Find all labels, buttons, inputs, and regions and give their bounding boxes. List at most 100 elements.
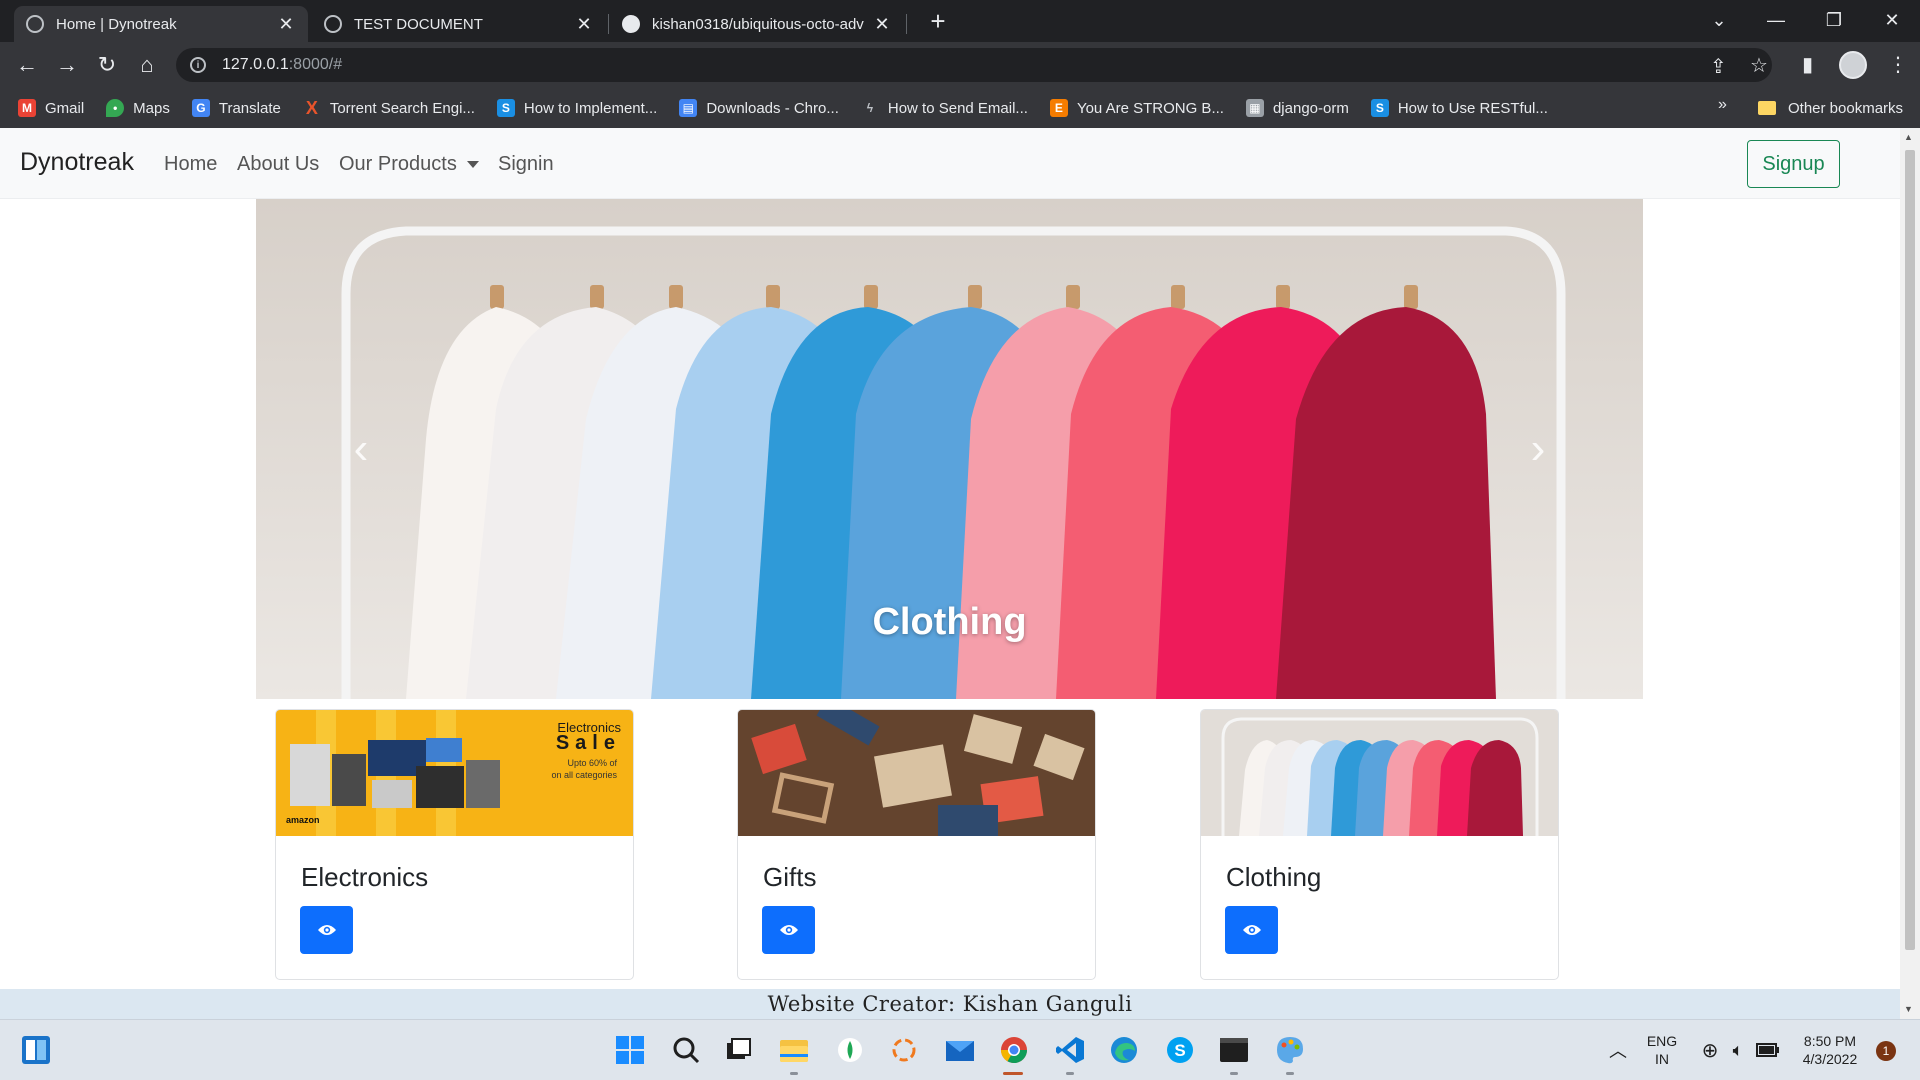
edge-icon[interactable] [1108, 1034, 1140, 1066]
battery-icon[interactable] [1752, 1034, 1784, 1066]
paint-icon[interactable] [1274, 1034, 1306, 1066]
bookmark-gmail[interactable]: M Gmail [18, 99, 84, 117]
amazon-logo: amazon [286, 815, 320, 825]
site-footer: Website Creator: Kishan Ganguli [0, 989, 1900, 1019]
clothing-photo-graphic [1201, 710, 1558, 836]
reload-button[interactable]: ↻ [91, 49, 123, 81]
banner-line4: on all categories [551, 770, 617, 780]
tab-github[interactable]: kishan0318/ubiquitous-octo-adv ✕ [610, 6, 904, 42]
new-tab-button[interactable]: + [922, 6, 954, 38]
vscode-icon[interactable] [1054, 1034, 1086, 1066]
chrome-icon[interactable] [998, 1034, 1030, 1066]
start-icon[interactable] [614, 1034, 646, 1066]
close-window-button[interactable]: ✕ [1864, 0, 1920, 42]
language-code: ENG [1646, 1033, 1678, 1049]
site-info-icon[interactable]: i [190, 57, 206, 73]
tab-search-chevron-icon[interactable]: ⌄ [1691, 0, 1747, 42]
forward-button[interactable]: → [51, 49, 83, 81]
tab-title: TEST DOCUMENT [354, 15, 483, 33]
carousel-next-chevron-icon[interactable]: › [1518, 424, 1558, 474]
bookmark-maps[interactable]: • Maps [106, 99, 170, 117]
vertical-scrollbar[interactable]: ▲ ▼ [1900, 128, 1920, 1019]
s-icon: S [496, 99, 515, 117]
scroll-thumb[interactable] [1905, 150, 1915, 950]
eye-icon [779, 925, 798, 935]
tab-test-document[interactable]: TEST DOCUMENT ✕ [312, 6, 606, 42]
scroll-up-icon[interactable]: ▲ [1904, 132, 1913, 142]
view-gifts-button[interactable] [762, 906, 815, 954]
close-tab-icon[interactable]: ✕ [276, 14, 296, 35]
bookmark-how-to-implement[interactable]: S How to Implement... [496, 99, 657, 117]
region-code: IN [1655, 1051, 1669, 1067]
category-card-clothing: Clothing [1200, 709, 1559, 980]
bookmark-label: Downloads - Chro... [706, 99, 839, 117]
carousel-prev-chevron-icon[interactable]: ‹ [341, 424, 381, 474]
caret-down-icon [466, 161, 479, 169]
site-brand[interactable]: Dynotreak [20, 148, 134, 177]
other-bookmarks-folder[interactable]: Other bookmarks [1758, 88, 1903, 128]
volume-icon[interactable]: 🔈︎ [1722, 1034, 1754, 1066]
menu-kebab-icon[interactable]: ⋮ [1888, 52, 1908, 77]
maps-icon: • [106, 99, 125, 117]
terminal-icon[interactable] [1218, 1034, 1250, 1066]
close-tab-icon[interactable]: ✕ [574, 14, 594, 35]
skype-icon[interactable]: S [1164, 1034, 1196, 1066]
hero-carousel: ‹ › Clothing [256, 199, 1643, 699]
back-button[interactable]: ← [11, 49, 43, 81]
clock-time: 8:50 PM [1803, 1033, 1857, 1049]
view-electronics-button[interactable] [300, 906, 353, 954]
card-title: Electronics [301, 862, 429, 892]
other-bookmarks-label: Other bookmarks [1788, 99, 1904, 117]
address-bar[interactable]: i 127.0.0.1 :8000/# ⇪ ☆ [176, 48, 1772, 82]
spinner-app-icon[interactable] [888, 1034, 920, 1066]
url-host: 127.0.0.1 [222, 56, 289, 73]
bookmark-translate[interactable]: G Translate [191, 99, 281, 117]
language-indicator[interactable]: ENG IN [1640, 1032, 1684, 1068]
nav-signin[interactable]: Signin [498, 153, 554, 176]
browser-tab-strip: Home | Dynotreak ✕ TEST DOCUMENT ✕ kisha… [0, 0, 1920, 42]
task-view-icon[interactable] [722, 1034, 754, 1066]
running-indicator [1066, 1072, 1074, 1075]
more-bookmarks-button[interactable]: » [1718, 96, 1727, 114]
signup-button[interactable]: Signup [1747, 140, 1840, 188]
link-icon: ϟ [866, 101, 874, 115]
search-icon[interactable] [670, 1034, 702, 1066]
globe-icon [324, 15, 342, 33]
bookmark-send-email[interactable]: ϟ How to Send Email... [861, 99, 1028, 117]
widgets-icon[interactable] [20, 1034, 52, 1066]
whatsapp-icon[interactable] [834, 1034, 866, 1066]
view-clothing-button[interactable] [1225, 906, 1278, 954]
browser-toolbar: ← → ↻ ⌂ i 127.0.0.1 :8000/# ⇪ ☆ ▮ ⋮ [0, 42, 1920, 88]
side-panel-icon[interactable]: ▮ [1802, 52, 1813, 77]
bookmark-label: Gmail [45, 99, 85, 117]
mail-icon[interactable] [944, 1034, 976, 1066]
notification-badge[interactable]: 1 [1876, 1041, 1896, 1061]
minimize-button[interactable]: — [1748, 0, 1804, 42]
bookmark-downloads[interactable]: ▤ Downloads - Chro... [679, 99, 839, 117]
clock[interactable]: 8:50 PM 4/3/2022 [1790, 1032, 1870, 1068]
clothing-image [1201, 710, 1558, 836]
profile-avatar[interactable] [1839, 51, 1867, 79]
scroll-down-icon[interactable]: ▼ [1904, 1004, 1913, 1014]
share-icon[interactable]: ⇪ [1710, 54, 1727, 79]
torrent-icon: X [305, 97, 318, 118]
show-hidden-icons-chevron-icon[interactable]: ︿ [1602, 1034, 1634, 1066]
close-tab-icon[interactable]: ✕ [872, 14, 892, 35]
nav-our-products-dropdown[interactable]: Our Products [339, 153, 479, 176]
tab-home-dynotreak[interactable]: Home | Dynotreak ✕ [14, 6, 308, 42]
nav-our-products-label: Our Products [339, 153, 457, 175]
banner-line2: Sale [555, 732, 621, 754]
bookmark-restful[interactable]: S How to Use RESTful... [1370, 99, 1548, 117]
bookmark-torrent[interactable]: X Torrent Search Engi... [303, 97, 475, 118]
nav-about-us[interactable]: About Us [237, 153, 319, 176]
bookmark-django-orm[interactable]: ▦ django-orm [1245, 99, 1349, 117]
card-title: Gifts [763, 862, 817, 892]
nav-home[interactable]: Home [164, 153, 217, 176]
page-viewport: Dynotreak Home About Us Our Products Sig… [0, 128, 1900, 1019]
bookmark-star-icon[interactable]: ☆ [1750, 53, 1768, 78]
home-button[interactable]: ⌂ [131, 49, 163, 81]
restore-button[interactable]: ❐ [1806, 0, 1862, 42]
file-explorer-icon[interactable] [778, 1034, 810, 1066]
tab-separator [906, 14, 907, 34]
bookmark-you-are-strong[interactable]: E You Are STRONG B... [1049, 99, 1224, 117]
